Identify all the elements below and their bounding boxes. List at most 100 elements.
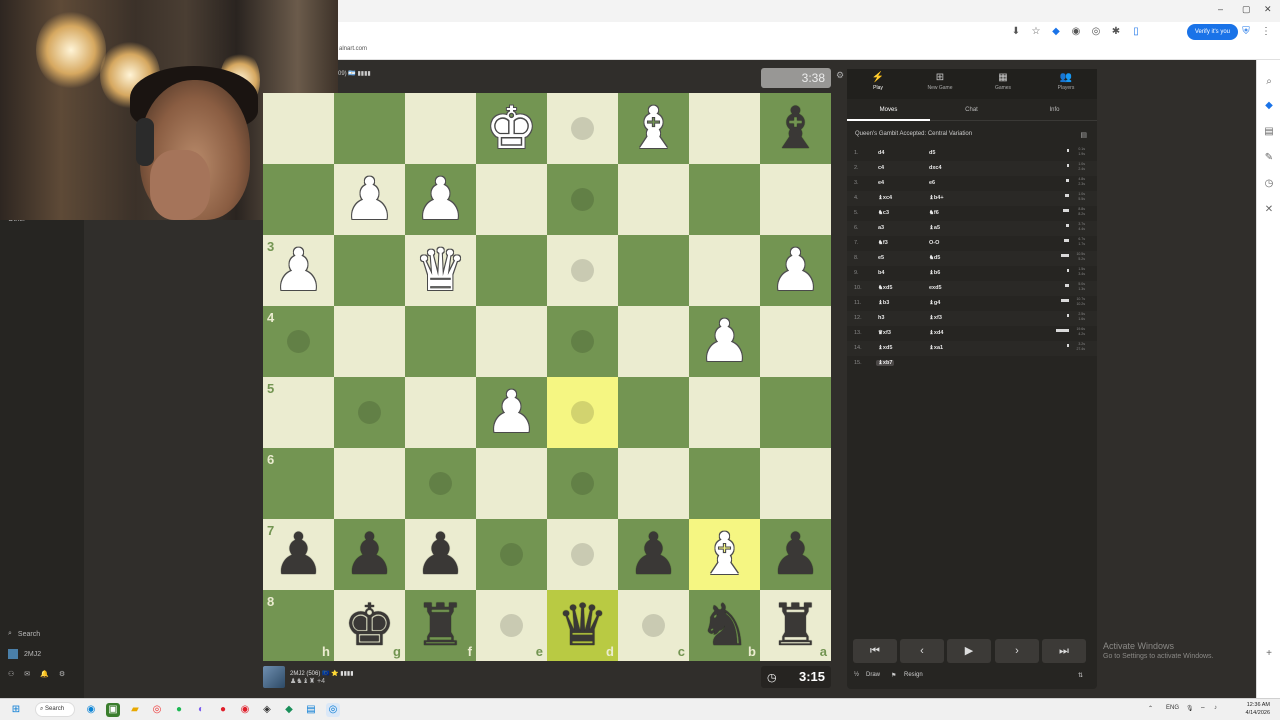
white-piece-b7[interactable]: ♝ <box>689 519 760 590</box>
chrome-icon[interactable]: ◎ <box>150 703 164 717</box>
tab-players[interactable]: 👥 Players <box>1035 72 1097 91</box>
black-piece-a7[interactable]: ♟ <box>760 519 831 590</box>
sidebar-user[interactable]: 2MJ2 <box>8 649 41 659</box>
edge-icon[interactable]: ◉ <box>84 703 98 717</box>
tab-games[interactable]: ▦ Games <box>972 72 1034 91</box>
move-hint-dot[interactable] <box>500 543 523 566</box>
square-b5[interactable] <box>689 377 760 448</box>
tab-play[interactable]: ⚡ Play <box>847 72 909 91</box>
square-b3[interactable] <box>689 235 760 306</box>
board-settings-icon[interactable]: ⚙ <box>836 70 844 81</box>
square-h7[interactable]: 7 ♟ <box>263 519 334 590</box>
square-h5[interactable]: 5 <box>263 377 334 448</box>
white-move[interactable]: d4 <box>878 150 884 156</box>
square-a4[interactable] <box>760 306 831 377</box>
square-g2[interactable]: ♟ <box>334 164 405 235</box>
square-d5[interactable] <box>547 377 618 448</box>
move-hint-dot[interactable] <box>358 401 381 424</box>
white-move[interactable]: c4 <box>878 165 884 171</box>
white-piece-h3[interactable]: ♟ <box>263 235 334 306</box>
flip-board-icon[interactable]: ⇅ <box>1078 672 1083 679</box>
square-b6[interactable] <box>689 448 760 519</box>
black-piece-d8[interactable]: ♛ <box>547 590 618 661</box>
square-f1[interactable] <box>405 93 476 164</box>
square-e5[interactable]: ♟ <box>476 377 547 448</box>
square-a3[interactable]: ♟ <box>760 235 831 306</box>
last-move-button[interactable]: ⏭ <box>1042 639 1086 663</box>
white-move[interactable]: ♝xc4 <box>878 195 892 201</box>
square-c2[interactable] <box>618 164 689 235</box>
taskbar-search[interactable]: ⌕ Search <box>35 702 75 717</box>
square-b2[interactable] <box>689 164 760 235</box>
opening-name[interactable]: Queen's Gambit Accepted: Central Variati… <box>855 131 972 137</box>
square-e3[interactable] <box>476 235 547 306</box>
tools-icon[interactable]: ✕ <box>1262 204 1276 218</box>
move-hint-dot[interactable] <box>571 117 594 140</box>
player-name[interactable]: 2MJ2 (506) 🇪🇺 ⭐ ▮▮▮▮ <box>290 670 354 677</box>
square-g6[interactable] <box>334 448 405 519</box>
white-piece-a3[interactable]: ♟ <box>760 235 831 306</box>
square-c3[interactable] <box>618 235 689 306</box>
black-piece-g8[interactable]: ♚ <box>334 590 405 661</box>
black-piece-b8[interactable]: ♞ <box>689 590 760 661</box>
menu-icon[interactable]: ⋮ <box>1260 26 1272 38</box>
white-move[interactable]: ♝xb7 <box>876 360 895 366</box>
white-move[interactable]: ♞c3 <box>878 210 889 216</box>
square-f7[interactable]: ♟ <box>405 519 476 590</box>
square-h4[interactable]: 4 <box>263 306 334 377</box>
url-text[interactable]: alnart.com <box>339 46 367 52</box>
chevron-up-icon[interactable]: ⌃ <box>1148 705 1153 712</box>
close-window-button[interactable]: ✕ <box>1264 4 1272 15</box>
install-icon[interactable]: ⬇ <box>1010 26 1022 38</box>
square-b1[interactable] <box>689 93 760 164</box>
move-hint-dot[interactable] <box>571 330 594 353</box>
tab-new-game[interactable]: ⊞ New Game <box>909 72 971 91</box>
white-move[interactable]: a3 <box>878 225 884 231</box>
minimize-button[interactable]: – <box>1218 4 1223 14</box>
black-piece-h7[interactable]: ♟ <box>263 519 334 590</box>
square-g1[interactable] <box>334 93 405 164</box>
white-move[interactable]: ♝xd5 <box>878 345 892 351</box>
square-e6[interactable] <box>476 448 547 519</box>
black-move[interactable]: dxc4 <box>929 165 942 171</box>
square-e2[interactable] <box>476 164 547 235</box>
square-d8[interactable]: d ♛ <box>547 590 618 661</box>
black-piece-a8[interactable]: ♜ <box>760 590 831 661</box>
shield-extension-icon[interactable]: ◆ <box>1050 26 1062 38</box>
avatar[interactable] <box>263 666 285 688</box>
square-a7[interactable]: ♟ <box>760 519 831 590</box>
copilot-icon[interactable]: ◆ <box>1262 100 1276 114</box>
square-g5[interactable] <box>334 377 405 448</box>
square-c8[interactable]: c <box>618 590 689 661</box>
square-e8[interactable]: e <box>476 590 547 661</box>
black-move[interactable]: ♞d5 <box>929 255 940 261</box>
resign-button[interactable]: Resign <box>904 672 923 678</box>
app-icon[interactable]: ◆ <box>282 703 296 717</box>
first-move-button[interactable]: ⏮ <box>853 639 897 663</box>
square-e1[interactable]: ♚ <box>476 93 547 164</box>
white-piece-e1[interactable]: ♚ <box>476 93 547 164</box>
white-piece-e5[interactable]: ♟ <box>476 377 547 448</box>
friends-icon[interactable]: ⚇ <box>8 670 14 678</box>
move-hint-dot[interactable] <box>571 259 594 282</box>
black-move[interactable]: exd5 <box>929 285 942 291</box>
square-c6[interactable] <box>618 448 689 519</box>
verify-button[interactable]: Verify it's you <box>1186 24 1238 40</box>
black-piece-g7[interactable]: ♟ <box>334 519 405 590</box>
collections-icon[interactable]: ▤ <box>1262 126 1276 140</box>
white-move[interactable]: e4 <box>878 180 884 186</box>
square-d6[interactable] <box>547 448 618 519</box>
white-piece-f2[interactable]: ♟ <box>405 164 476 235</box>
windows-start-icon[interactable]: ⊞ <box>9 703 23 717</box>
tab-info[interactable]: Info <box>1013 107 1096 113</box>
taskbar-clock[interactable]: 12:36 AM 4/14/2026 <box>1246 701 1270 717</box>
white-move[interactable]: ♞xd5 <box>878 285 892 291</box>
square-f6[interactable] <box>405 448 476 519</box>
square-c7[interactable]: ♟ <box>618 519 689 590</box>
play-button[interactable]: ▶ <box>947 639 991 663</box>
white-piece-c1[interactable]: ♝ <box>618 93 689 164</box>
browser-app-icon[interactable]: ◎ <box>326 703 340 717</box>
notes-icon[interactable]: ✎ <box>1262 152 1276 166</box>
sidebar-icon[interactable]: ▯ <box>1130 26 1142 38</box>
volume-icon[interactable]: ♪ <box>1214 705 1217 711</box>
